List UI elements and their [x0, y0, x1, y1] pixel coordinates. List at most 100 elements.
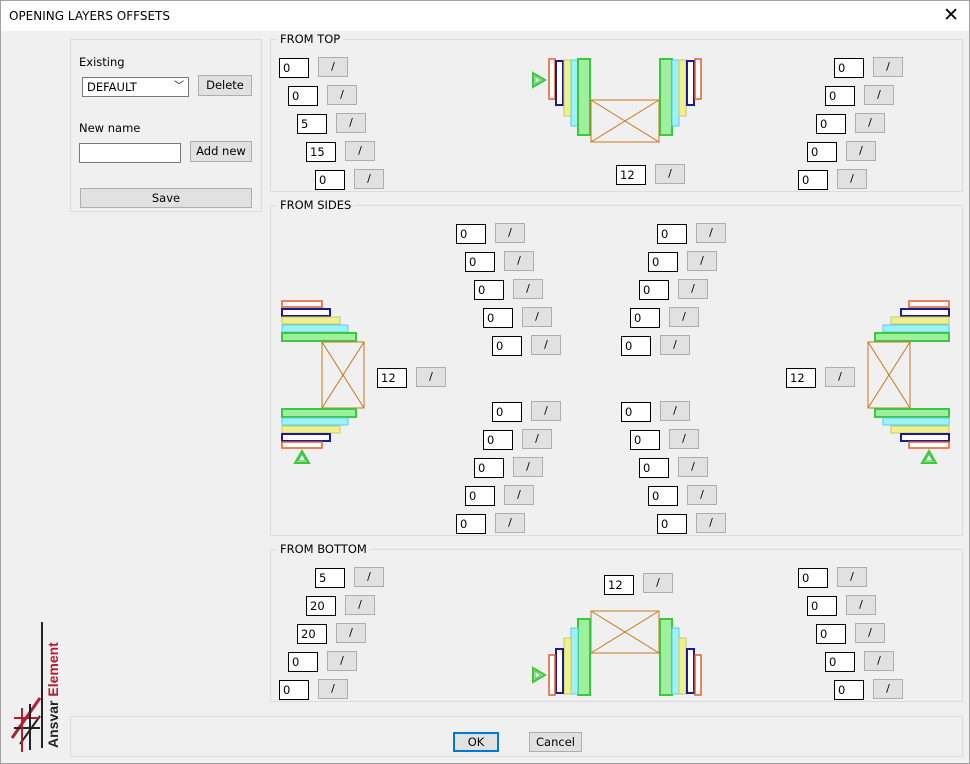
top-left-1-offset[interactable]: 0	[279, 58, 309, 78]
bottom-left-4-slash-button[interactable]: /	[327, 651, 357, 671]
top-left-4-slash-button[interactable]: /	[345, 141, 375, 161]
bottom-right-3-slash-button[interactable]: /	[855, 623, 885, 643]
sides-lower-left-5-slash-button[interactable]: /	[495, 513, 525, 533]
sides-lower-left-4-slash-button[interactable]: /	[504, 485, 534, 505]
sides-upper-left-3-offset[interactable]: 0	[474, 280, 504, 300]
existing-select[interactable]: DEFAULT ﹀	[82, 77, 189, 97]
sides-lower-right-4-slash-button[interactable]: /	[687, 485, 717, 505]
close-icon[interactable]: ✕	[943, 4, 959, 26]
sides-lower-left-2-offset[interactable]: 0	[483, 430, 513, 450]
sides-lower-left-4-offset[interactable]: 0	[465, 486, 495, 506]
sides-lower-left-3-slash-button[interactable]: /	[513, 457, 543, 477]
ok-button[interactable]: OK	[453, 732, 499, 752]
sides-upper-left-1-offset[interactable]: 0	[456, 224, 486, 244]
top-left-5-offset[interactable]: 0	[315, 170, 345, 190]
sides-upper-right-3-slash-button[interactable]: /	[678, 279, 708, 299]
save-button[interactable]: Save	[80, 188, 252, 208]
sides-right-center-offset[interactable]: 12	[786, 368, 816, 388]
bottom-right-4-slash-button[interactable]: /	[864, 651, 894, 671]
top-layers-diagram	[532, 58, 702, 143]
sides-lower-left-2-slash-button[interactable]: /	[522, 429, 552, 449]
top-right-4-slash-button[interactable]: /	[846, 141, 876, 161]
bottom-left-3-slash-button[interactable]: /	[336, 623, 366, 643]
sides-lower-right-1-offset[interactable]: 0	[621, 402, 651, 422]
sides-upper-right-4-slash-button[interactable]: /	[669, 307, 699, 327]
sides-lower-right-2-slash-button[interactable]: /	[669, 429, 699, 449]
top-left-3-offset[interactable]: 5	[297, 114, 327, 134]
bottom-right-3-offset[interactable]: 0	[816, 624, 846, 644]
bottom-center-offset[interactable]: 12	[604, 575, 634, 595]
top-left-4-offset[interactable]: 15	[306, 142, 336, 162]
top-right-1-slash-button[interactable]: /	[873, 57, 903, 77]
sides-upper-left-2-offset[interactable]: 0	[465, 252, 495, 272]
cancel-button[interactable]: Cancel	[529, 732, 582, 752]
sides-upper-right-2-offset[interactable]: 0	[648, 252, 678, 272]
sides-lower-right-4-offset[interactable]: 0	[648, 486, 678, 506]
bottom-right-1-slash-button[interactable]: /	[837, 567, 867, 587]
bottom-center-slash-button[interactable]: /	[643, 573, 673, 593]
sides-right-center-slash-button[interactable]: /	[825, 367, 855, 387]
top-right-4-offset[interactable]: 0	[807, 142, 837, 162]
sides-upper-right-2-slash-button[interactable]: /	[687, 251, 717, 271]
top-left-5-slash-button[interactable]: /	[354, 169, 384, 189]
new-name-label: New name	[79, 121, 141, 135]
top-right-2-offset[interactable]: 0	[825, 86, 855, 106]
sides-upper-right-5-offset[interactable]: 0	[621, 336, 651, 356]
top-right-1-offset[interactable]: 0	[834, 58, 864, 78]
bottom-left-1-slash-button[interactable]: /	[354, 567, 384, 587]
sides-upper-left-4-slash-button[interactable]: /	[522, 307, 552, 327]
from-bottom-title: FROM BOTTOM	[277, 542, 370, 556]
bottom-right-2-offset[interactable]: 0	[807, 596, 837, 616]
sides-upper-right-5-slash-button[interactable]: /	[660, 335, 690, 355]
sides-upper-left-5-offset[interactable]: 0	[492, 336, 522, 356]
top-left-3-slash-button[interactable]: /	[336, 113, 366, 133]
sides-upper-left-1-slash-button[interactable]: /	[495, 223, 525, 243]
bottom-left-1-offset[interactable]: 5	[315, 568, 345, 588]
top-center-offset[interactable]: 12	[616, 165, 646, 185]
preset-panel: Existing DEFAULT ﹀ Delete New name Add n…	[70, 39, 262, 212]
bottom-left-3-offset[interactable]: 20	[297, 624, 327, 644]
top-left-2-slash-button[interactable]: /	[327, 85, 357, 105]
top-left-2-offset[interactable]: 0	[288, 86, 318, 106]
sides-lower-left-1-slash-button[interactable]: /	[531, 401, 561, 421]
bottom-right-5-slash-button[interactable]: /	[873, 679, 903, 699]
sides-lower-right-3-offset[interactable]: 0	[639, 458, 669, 478]
sides-upper-left-5-slash-button[interactable]: /	[531, 335, 561, 355]
sides-lower-right-2-offset[interactable]: 0	[630, 430, 660, 450]
bottom-right-2-slash-button[interactable]: /	[846, 595, 876, 615]
bottom-right-4-offset[interactable]: 0	[825, 652, 855, 672]
bottom-left-4-offset[interactable]: 0	[288, 652, 318, 672]
sides-upper-right-4-offset[interactable]: 0	[630, 308, 660, 328]
delete-button[interactable]: Delete	[198, 75, 252, 96]
top-right-3-offset[interactable]: 0	[816, 114, 846, 134]
sides-lower-right-5-slash-button[interactable]: /	[696, 513, 726, 533]
sides-lower-left-1-offset[interactable]: 0	[492, 402, 522, 422]
top-left-1-slash-button[interactable]: /	[318, 57, 348, 77]
sides-upper-left-2-slash-button[interactable]: /	[504, 251, 534, 271]
sides-lower-left-3-offset[interactable]: 0	[474, 458, 504, 478]
sides-left-center-slash-button[interactable]: /	[416, 367, 446, 387]
sides-upper-right-1-slash-button[interactable]: /	[696, 223, 726, 243]
new-name-input[interactable]	[79, 143, 181, 163]
bottom-left-2-slash-button[interactable]: /	[345, 595, 375, 615]
sides-upper-left-4-offset[interactable]: 0	[483, 308, 513, 328]
top-right-2-slash-button[interactable]: /	[864, 85, 894, 105]
sides-lower-right-5-offset[interactable]: 0	[657, 514, 687, 534]
sides-left-center-offset[interactable]: 12	[377, 368, 407, 388]
bottom-right-1-offset[interactable]: 0	[798, 568, 828, 588]
add-new-button[interactable]: Add new	[190, 141, 252, 162]
top-right-5-slash-button[interactable]: /	[837, 169, 867, 189]
bottom-left-5-slash-button[interactable]: /	[318, 679, 348, 699]
bottom-left-5-offset[interactable]: 0	[279, 680, 309, 700]
top-right-5-offset[interactable]: 0	[798, 170, 828, 190]
sides-lower-right-3-slash-button[interactable]: /	[678, 457, 708, 477]
sides-lower-left-5-offset[interactable]: 0	[456, 514, 486, 534]
sides-lower-right-1-slash-button[interactable]: /	[660, 401, 690, 421]
top-center-slash-button[interactable]: /	[655, 164, 685, 184]
sides-upper-right-1-offset[interactable]: 0	[657, 224, 687, 244]
sides-upper-right-3-offset[interactable]: 0	[639, 280, 669, 300]
bottom-right-5-offset[interactable]: 0	[834, 680, 864, 700]
sides-upper-left-3-slash-button[interactable]: /	[513, 279, 543, 299]
top-right-3-slash-button[interactable]: /	[855, 113, 885, 133]
bottom-left-2-offset[interactable]: 20	[306, 596, 336, 616]
